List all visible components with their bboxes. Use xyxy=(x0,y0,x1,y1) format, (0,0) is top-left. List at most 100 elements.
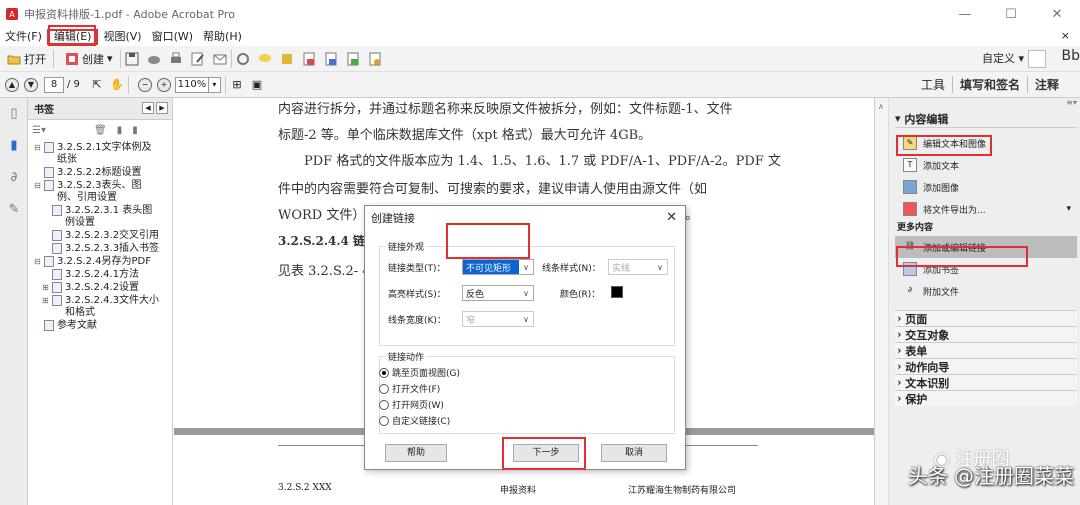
close-document-button[interactable]: × xyxy=(1061,29,1070,42)
add-edit-link-item[interactable]: ⛓ 添加或编辑链接 xyxy=(895,236,1077,258)
select-cursor-icon[interactable]: ⇱ xyxy=(90,78,104,92)
collapse-icon[interactable]: ⊟ xyxy=(34,142,43,154)
bookmark-item[interactable]: ⊞ 3.2.S.2.4.2设置 xyxy=(28,282,172,294)
export-pdf-icon[interactable] xyxy=(302,52,316,66)
link-type-select[interactable]: 不可见矩形 ∨ xyxy=(462,259,534,275)
section-forms[interactable]: › 表单 xyxy=(895,342,1077,358)
radio-button[interactable] xyxy=(379,415,389,426)
menu-help[interactable]: 帮助(H) xyxy=(198,29,247,45)
tab-tools[interactable]: 工具 xyxy=(914,76,952,93)
open-button[interactable]: 打开 xyxy=(4,48,49,70)
section-text-recognition[interactable]: › 文本识别 xyxy=(895,374,1077,390)
pane-options-icon[interactable]: ≡▾ xyxy=(895,98,1077,110)
bookmark-item[interactable]: ⊟ 3.2.S.2.3表头、图例、引用设置 xyxy=(28,180,172,204)
zoom-input[interactable]: 110% xyxy=(174,76,209,93)
tag-bookmark-icon[interactable]: ▮ xyxy=(132,125,138,136)
comment-icon[interactable] xyxy=(258,52,272,66)
bookmark-item[interactable]: 3.2.S.2.3.3插入书签 xyxy=(28,243,172,255)
bookmark-item[interactable]: ⊞ 3.2.S.2.4.3文件大小和格式 xyxy=(28,295,172,319)
radio-custom-link[interactable]: 自定义链接(C) xyxy=(379,414,450,427)
attachments-icon[interactable]: ∂ xyxy=(5,170,23,188)
expand-icon[interactable] xyxy=(1028,50,1046,68)
color-picker[interactable] xyxy=(611,286,623,298)
save-icon[interactable] xyxy=(125,52,139,66)
maximize-button[interactable]: ☐ xyxy=(988,0,1034,28)
settings-icon[interactable] xyxy=(236,52,250,66)
next-button[interactable]: 下一步 xyxy=(513,444,579,462)
menu-file[interactable]: 文件(F) xyxy=(0,29,47,45)
tools-pane-scrollbar[interactable]: ∧ xyxy=(875,98,889,505)
zoom-dropdown-icon[interactable]: ▾ xyxy=(208,76,221,93)
delete-bookmark-icon[interactable]: 🗑 xyxy=(94,125,107,136)
section-interactive-objects[interactable]: › 交互对象 xyxy=(895,326,1077,342)
hand-icon[interactable]: ✋ xyxy=(110,78,124,92)
expand-panel-icon[interactable]: ▶ xyxy=(156,102,168,114)
edit-document-icon[interactable] xyxy=(191,52,205,66)
line-width-select[interactable]: 窄 ∨ xyxy=(462,311,534,327)
radio-button[interactable] xyxy=(379,399,389,410)
expand-icon[interactable]: ⊞ xyxy=(42,282,51,294)
radio-open-file[interactable]: 打开文件(F) xyxy=(379,382,440,395)
radio-open-web[interactable]: 打开网页(W) xyxy=(379,398,444,411)
mail-icon[interactable] xyxy=(213,52,227,66)
fit-width-icon[interactable]: ▣ xyxy=(250,78,264,92)
doc-paragraph-line: PDF 格式的文件版本应为 1.4、1.5、1.6、1.7 或 PDF/A-1、… xyxy=(304,154,781,169)
bookmark-item[interactable]: 3.2.S.2.3.1 表头图例设置 xyxy=(28,205,172,229)
menu-edit[interactable]: 编辑(E) xyxy=(46,29,99,45)
export-file-item[interactable]: 将文件导出为... ▾ xyxy=(895,198,1077,220)
help-button[interactable]: 帮助 xyxy=(385,444,447,462)
scroll-up-icon[interactable]: ∧ xyxy=(878,102,884,111)
tab-comment[interactable]: 注释 xyxy=(1026,76,1066,93)
highlight-style-select[interactable]: 反色 ∨ xyxy=(462,285,534,301)
add-text-item[interactable]: T 添加文本 xyxy=(895,154,1077,176)
minimize-button[interactable]: — xyxy=(942,0,988,28)
section-action-wizard[interactable]: › 动作向导 xyxy=(895,358,1077,374)
previous-page-icon[interactable]: ▲ xyxy=(5,77,19,92)
new-bookmark-icon[interactable]: ▮ xyxy=(117,125,123,136)
customize-dropdown[interactable]: 自定义 ▾ xyxy=(982,50,1024,66)
bookmark-item[interactable]: ⊟ 3.2.S.2.4另存为PDF xyxy=(28,256,172,268)
collapse-icon[interactable]: ⊟ xyxy=(34,180,43,192)
add-bookmark-item[interactable]: 添加书签 xyxy=(895,258,1077,280)
section-pages[interactable]: › 页面 xyxy=(895,310,1077,326)
bookmarks-icon[interactable]: ▮ xyxy=(5,138,23,156)
fit-page-icon[interactable]: ⊞ xyxy=(230,78,244,92)
menu-view[interactable]: 视图(V) xyxy=(98,29,146,45)
zoom-out-icon[interactable]: − xyxy=(137,77,152,92)
expand-icon[interactable]: ⊞ xyxy=(42,295,51,307)
cancel-button[interactable]: 取消 xyxy=(601,444,667,462)
bookmark-item[interactable]: ⊟ 3.2.S.2.1文字体例及纸张 xyxy=(28,142,172,166)
options-icon[interactable]: ☰▾ xyxy=(32,125,46,136)
cloud-icon[interactable] xyxy=(147,52,161,66)
collapse-panel-icon[interactable]: ◀ xyxy=(142,102,154,114)
attach-file-item[interactable]: ∂ 附加文件 xyxy=(895,280,1077,302)
combine-icon[interactable] xyxy=(346,52,360,66)
tab-fill-sign[interactable]: 填写和签名 xyxy=(951,76,1027,93)
close-window-button[interactable]: ✕ xyxy=(1034,0,1080,28)
dialog-close-icon[interactable]: ✕ xyxy=(666,210,677,225)
next-page-icon[interactable]: ▼ xyxy=(24,77,38,92)
content-edit-header[interactable]: ▾ 内容编辑 xyxy=(895,110,1077,128)
page-thumbnails-icon[interactable]: ▯ xyxy=(5,106,23,124)
create-button[interactable]: 创建 ▾ xyxy=(62,48,116,70)
print-icon[interactable] xyxy=(169,52,183,66)
document-settings-icon[interactable] xyxy=(368,52,382,66)
bookmark-item[interactable]: 3.2.S.2.2标题设置 xyxy=(28,167,172,179)
page-number-input[interactable]: 8 xyxy=(44,76,64,93)
add-image-item[interactable]: 添加图像 xyxy=(895,176,1077,198)
signatures-icon[interactable]: ✎ xyxy=(5,202,23,220)
bookmark-item[interactable]: 参考文献 xyxy=(28,320,172,332)
bookmark-item[interactable]: 3.2.S.2.3.2交叉引用 xyxy=(28,230,172,242)
radio-button[interactable] xyxy=(379,367,389,378)
edit-text-image-item[interactable]: ✎ 编辑文本和图像 xyxy=(895,132,1077,154)
bookmark-item[interactable]: 3.2.S.2.4.1方法 xyxy=(28,269,172,281)
line-style-select[interactable]: 实线 ∨ xyxy=(608,259,668,275)
menu-window[interactable]: 窗口(W) xyxy=(147,29,198,45)
zoom-in-icon[interactable]: + xyxy=(156,77,171,92)
stamp-icon[interactable] xyxy=(280,52,294,66)
collapse-icon[interactable]: ⊟ xyxy=(34,256,43,268)
compare-icon[interactable] xyxy=(324,52,338,66)
section-protection[interactable]: › 保护 xyxy=(895,390,1077,406)
radio-go-to-page[interactable]: 跳至页面视图(G) xyxy=(379,366,460,379)
radio-button[interactable] xyxy=(379,383,389,394)
